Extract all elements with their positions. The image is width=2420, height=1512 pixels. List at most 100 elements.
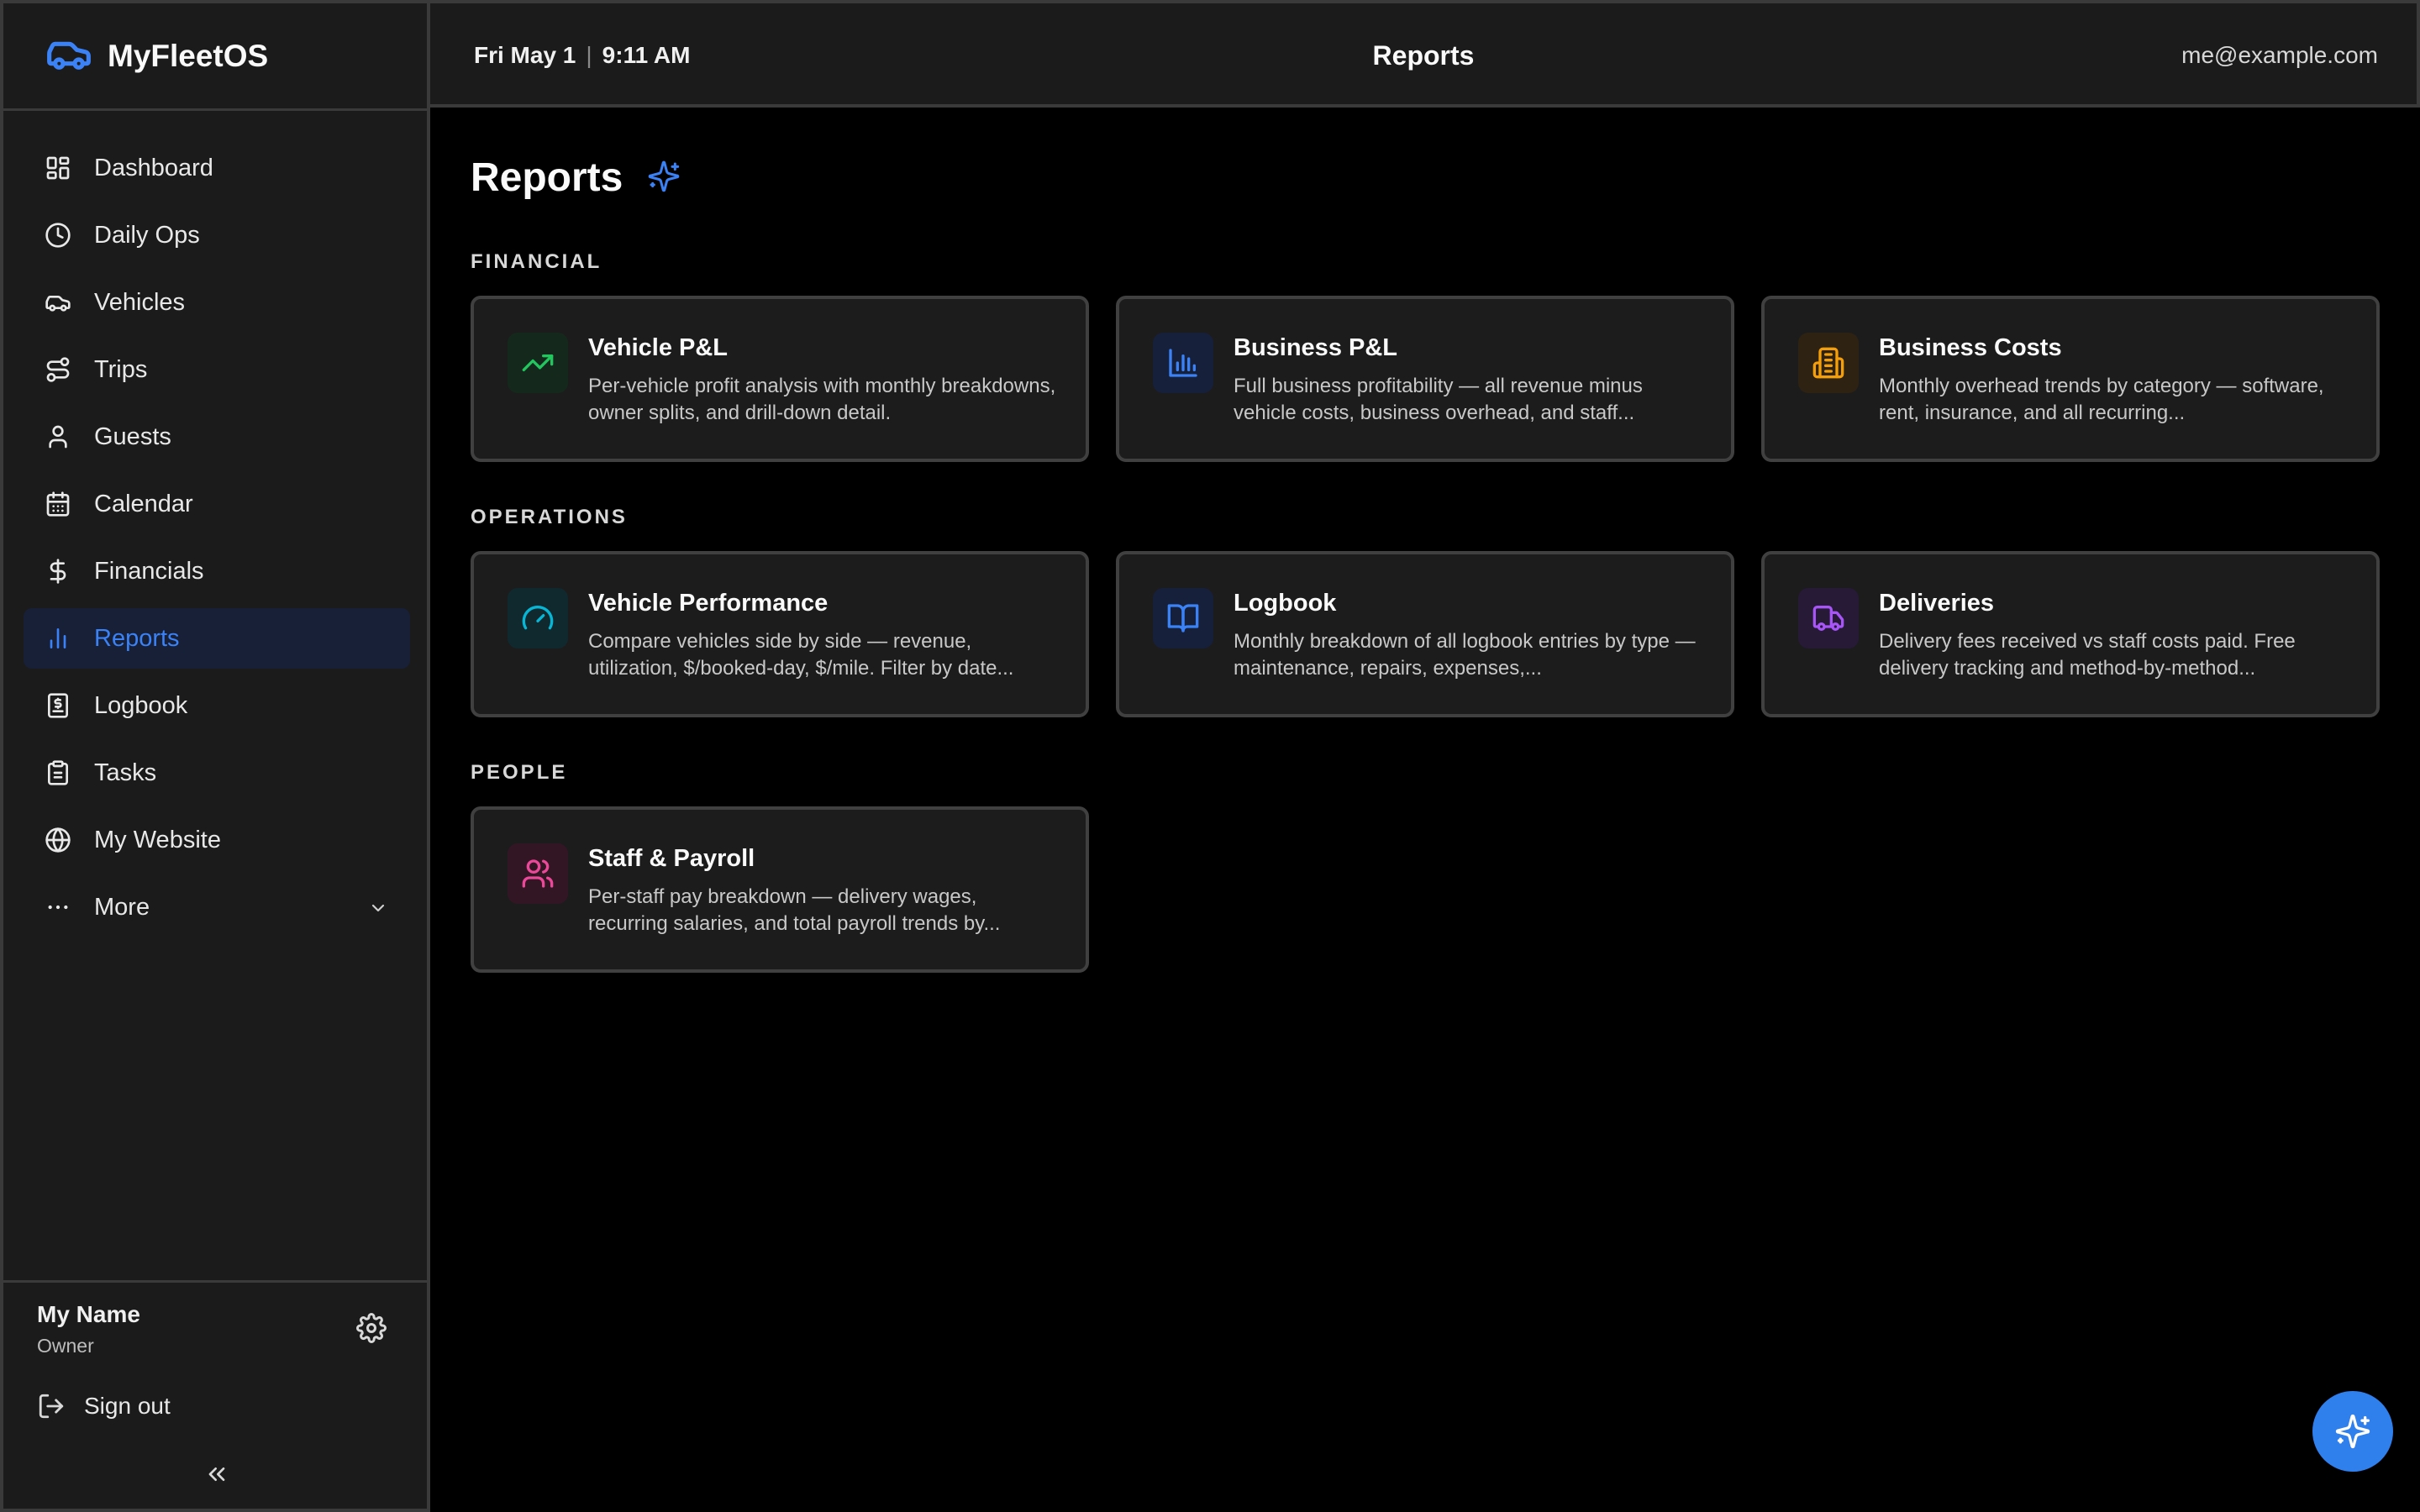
card-title: Staff & Payroll	[588, 845, 755, 872]
chevrons-left-icon	[208, 1467, 225, 1481]
section-label-financial: FINANCIAL	[471, 250, 602, 273]
bar-chart-icon	[44, 624, 72, 653]
report-card-deliveries[interactable]: Deliveries Delivery fees received vs sta…	[1761, 551, 2380, 717]
sidebar-item-label: Trips	[94, 355, 148, 383]
user-name: My Name	[37, 1301, 140, 1327]
user-role: Owner	[37, 1335, 94, 1357]
building-icon	[1812, 347, 1844, 379]
page-title: Reports	[471, 155, 623, 200]
card-description: Per-vehicle profit analysis with monthly…	[588, 375, 1056, 424]
top-bar-title: Reports	[1372, 40, 1475, 71]
sign-out-label: Sign out	[84, 1393, 171, 1419]
users-icon	[522, 859, 554, 888]
sidebar-item-tasks[interactable]: Tasks	[24, 743, 410, 803]
car-icon	[44, 288, 72, 317]
sidebar-item-label: More	[94, 893, 150, 921]
gear-icon	[356, 1313, 387, 1343]
sidebar-item-label: Logbook	[94, 691, 188, 719]
calendar-icon	[44, 490, 72, 518]
top-bar: Fri May 1 | 9:11 AM Reports me@example.com	[430, 0, 2420, 108]
card-title: Vehicle Performance	[588, 590, 829, 617]
sidebar-item-label: Reports	[94, 624, 180, 652]
sidebar-item-label: Tasks	[94, 759, 157, 786]
sidebar-item-trips[interactable]: Trips	[24, 339, 410, 400]
sidebar-item-logbook[interactable]: Logbook	[24, 675, 410, 736]
ai-sparkle-button[interactable]	[647, 160, 681, 193]
section-label-people: PEOPLE	[471, 761, 568, 784]
sidebar-item-daily-ops[interactable]: Daily Ops	[24, 205, 410, 265]
report-card-vehicle-pl[interactable]: Vehicle P&L Per-vehicle profit analysis …	[471, 296, 1089, 462]
card-icon-badge	[1153, 588, 1213, 648]
app-root: MyFleetOS Dashboard Daily Ops Vehicles T…	[0, 0, 2420, 1512]
sidebar-item-label: My Website	[94, 826, 221, 853]
current-date: Fri May 1	[474, 42, 576, 68]
current-time: 9:11 AM	[602, 42, 691, 68]
sidebar-nav: Dashboard Daily Ops Vehicles Trips Guest…	[24, 138, 410, 944]
report-card-logbook[interactable]: Logbook Monthly breakdown of all logbook…	[1116, 551, 1734, 717]
date-time-separator: |	[586, 42, 592, 68]
card-icon-badge	[508, 588, 568, 648]
sidebar-item-dashboard[interactable]: Dashboard	[24, 138, 410, 198]
dashboard-icon	[44, 154, 72, 182]
sidebar-item-label: Guests	[94, 423, 171, 450]
sidebar-item-reports[interactable]: Reports	[24, 608, 410, 669]
user-email: me@example.com	[2181, 42, 2378, 68]
sidebar-item-label: Financials	[94, 557, 204, 585]
sidebar-item-calendar[interactable]: Calendar	[24, 474, 410, 534]
globe-icon	[44, 826, 72, 854]
date-time: Fri May 1 | 9:11 AM	[474, 42, 690, 69]
card-title: Logbook	[1234, 590, 1337, 617]
card-description: Compare vehicles side by side — revenue,…	[588, 630, 1014, 680]
brand[interactable]: MyFleetOS	[3, 3, 427, 111]
car-logo-icon	[45, 30, 92, 81]
gauge-icon	[522, 606, 554, 630]
sidebar-item-vehicles[interactable]: Vehicles	[24, 272, 410, 333]
card-description: Monthly breakdown of all logbook entries…	[1234, 630, 1696, 680]
card-description: Per-staff pay breakdown — delivery wages…	[588, 885, 1001, 935]
settings-button[interactable]	[356, 1313, 387, 1343]
sidebar-item-more[interactable]: More	[24, 877, 410, 937]
card-icon-badge	[508, 333, 568, 393]
receipt-icon	[44, 691, 72, 720]
sidebar-item-my-website[interactable]: My Website	[24, 810, 410, 870]
sidebar-item-label: Daily Ops	[94, 221, 200, 249]
clipboard-icon	[44, 759, 72, 787]
ellipsis-icon	[44, 893, 72, 921]
clock-icon	[44, 221, 72, 249]
section-label-operations: OPERATIONS	[471, 506, 628, 528]
card-icon-badge	[1153, 333, 1213, 393]
report-card-business-costs[interactable]: Business Costs Monthly overhead trends b…	[1761, 296, 2380, 462]
card-description: Full business profitability — all revenu…	[1234, 375, 1643, 424]
sidebar-item-financials[interactable]: Financials	[24, 541, 410, 601]
app-name: MyFleetOS	[108, 38, 269, 73]
sidebar: MyFleetOS Dashboard Daily Ops Vehicles T…	[0, 0, 430, 1512]
collapse-sidebar-button[interactable]	[203, 1461, 230, 1488]
card-title: Vehicle P&L	[588, 334, 729, 361]
report-card-staff-payroll[interactable]: Staff & Payroll Per-staff pay breakdown …	[471, 806, 1089, 973]
chevron-down-icon	[368, 897, 388, 917]
card-description: Delivery fees received vs staff costs pa…	[1879, 630, 2296, 680]
bar-chart-icon	[1169, 349, 1197, 377]
trending-up-icon	[522, 354, 554, 371]
card-icon-badge	[1798, 333, 1859, 393]
log-out-icon	[39, 1394, 64, 1419]
card-icon-badge	[1798, 588, 1859, 648]
sidebar-item-label: Vehicles	[94, 288, 186, 316]
sidebar-item-label: Calendar	[94, 490, 193, 517]
sparkles-icon	[2335, 1414, 2370, 1449]
card-description: Monthly overhead trends by category — so…	[1879, 375, 2324, 424]
sign-out-button[interactable]: Sign out	[37, 1392, 171, 1420]
sparkles-icon	[648, 160, 680, 192]
route-icon	[44, 355, 72, 384]
dollar-icon	[44, 557, 72, 585]
sidebar-item-label: Dashboard	[94, 154, 213, 181]
ai-assistant-fab[interactable]	[2312, 1391, 2393, 1472]
user-icon	[44, 423, 72, 451]
sidebar-footer: My Name Owner Sign out	[3, 1280, 427, 1512]
card-title: Deliveries	[1879, 590, 1995, 617]
card-title: Business Costs	[1879, 334, 2062, 361]
report-card-business-pl[interactable]: Business P&L Full business profitability…	[1116, 296, 1734, 462]
sidebar-item-guests[interactable]: Guests	[24, 407, 410, 467]
report-card-vehicle-performance[interactable]: Vehicle Performance Compare vehicles sid…	[471, 551, 1089, 717]
card-icon-badge	[508, 843, 568, 904]
